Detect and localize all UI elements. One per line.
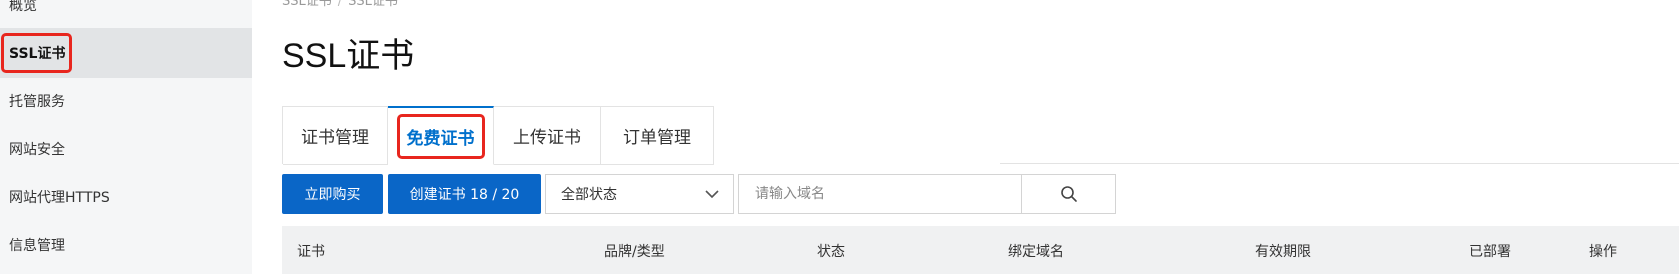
breadcrumb-item[interactable]: SSL证书 — [282, 0, 332, 9]
tab-bar: 证书管理 免费证书 上传证书 订单管理 — [282, 106, 714, 165]
buy-now-button[interactable]: 立即购买 — [282, 174, 383, 214]
column-header-status: 状态 — [817, 244, 845, 260]
tab-certificate-management[interactable]: 证书管理 — [283, 107, 388, 165]
search-button[interactable] — [1021, 174, 1116, 214]
breadcrumb-separator: / — [337, 0, 343, 9]
search-icon — [1060, 186, 1077, 202]
tab-upload-certificate[interactable]: 上传证书 — [494, 107, 601, 165]
breadcrumb-current: SSL证书 — [348, 0, 398, 9]
sidebar-item-https-proxy[interactable]: 网站代理HTTPS — [0, 172, 252, 222]
sidebar-item-label: 网站代理HTTPS — [9, 190, 110, 206]
tab-label: 上传证书 — [513, 128, 581, 148]
tab-label: 订单管理 — [623, 128, 691, 148]
sidebar: 概览 SSL证书 托管服务 网站安全 网站代理HTTPS 信息管理 — [0, 0, 252, 274]
status-filter-value: 全部状态 — [561, 187, 617, 203]
column-header-brand-type: 品牌/类型 — [604, 244, 665, 260]
column-header-certificate: 证书 — [297, 244, 325, 260]
tab-label: 证书管理 — [301, 128, 369, 148]
column-header-deployed: 已部署 — [1469, 244, 1511, 260]
column-header-validity: 有效期限 — [1255, 244, 1311, 260]
sidebar-item-overview[interactable]: 概览 — [0, 0, 252, 30]
sidebar-item-label: 概览 — [9, 0, 37, 14]
table-header: 证书 品牌/类型 状态 绑定域名 有效期限 已部署 操作 — [282, 226, 1679, 274]
tab-label: 免费证书 — [396, 113, 485, 159]
sidebar-item-label: 信息管理 — [9, 238, 65, 254]
tab-bar-divider — [1000, 163, 1679, 164]
sidebar-item-ssl-certificate[interactable]: SSL证书 — [0, 28, 252, 78]
sidebar-item-hosting-service[interactable]: 托管服务 — [0, 76, 252, 126]
column-header-actions: 操作 — [1589, 244, 1617, 260]
breadcrumb: SSL证书 / SSL证书 — [282, 0, 398, 9]
sidebar-item-label: 托管服务 — [9, 94, 65, 110]
domain-search-input[interactable] — [738, 174, 1022, 214]
sidebar-item-website-security[interactable]: 网站安全 — [0, 124, 252, 174]
create-certificate-button[interactable]: 创建证书 18 / 20 — [388, 174, 541, 214]
sidebar-item-label: 网站安全 — [9, 142, 65, 158]
sidebar-item-label: SSL证书 — [0, 33, 74, 73]
page-title: SSL证书 — [282, 37, 415, 75]
tab-order-management[interactable]: 订单管理 — [601, 107, 714, 165]
column-header-bound-domain: 绑定域名 — [1008, 244, 1064, 260]
sidebar-item-info-management[interactable]: 信息管理 — [0, 220, 252, 270]
tab-free-certificate[interactable]: 免费证书 — [388, 106, 494, 165]
chevron-down-icon — [705, 190, 719, 199]
status-filter-select[interactable]: 全部状态 — [545, 174, 734, 214]
